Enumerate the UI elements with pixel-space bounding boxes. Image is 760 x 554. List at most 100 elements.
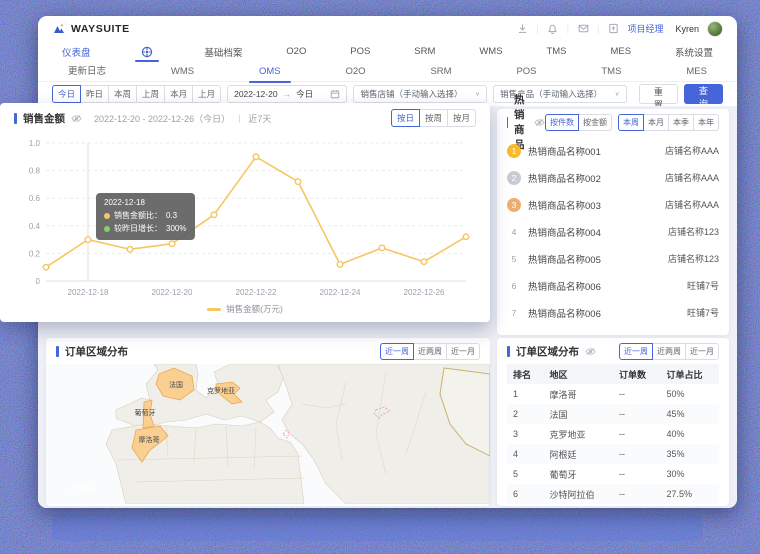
product-name: 热销商品名称001 bbox=[528, 144, 658, 158]
tab-o2o[interactable]: O2O bbox=[346, 62, 366, 82]
last-two-weeks-button[interactable]: 近两周 bbox=[652, 343, 686, 360]
tab-tms[interactable]: TMS bbox=[601, 62, 621, 82]
world-map[interactable]: 法国 克罗地亚 葡萄牙 摩洛哥 大西洋 bbox=[46, 364, 490, 504]
nav-item-settings[interactable]: 系统设置 bbox=[675, 45, 713, 59]
top-bar-actions: | | | 项目经理 Kyren bbox=[516, 21, 723, 37]
bell-icon[interactable] bbox=[547, 23, 559, 35]
date-start: 2022-12-20 bbox=[234, 89, 277, 99]
tab-wms[interactable]: WMS bbox=[171, 62, 194, 82]
nav-item-wms[interactable]: WMS bbox=[479, 46, 502, 57]
primary-nav: 仪表盘 基础档案 O2O POS SRM WMS TMS MES 系统设置 bbox=[38, 41, 737, 62]
eye-off-icon[interactable] bbox=[534, 118, 545, 127]
this-week-button[interactable]: 本周 bbox=[618, 114, 644, 131]
this-year-button[interactable]: 本年 bbox=[693, 114, 719, 131]
last-month-button[interactable]: 近一月 bbox=[446, 343, 480, 360]
map-label-atlantic: 大西洋 bbox=[68, 483, 95, 494]
shop-name: 店铺名称AAA bbox=[665, 171, 719, 184]
range-thismonth-button[interactable]: 本月 bbox=[164, 85, 193, 103]
date-range-picker[interactable]: 2022-12-20 → 今日 bbox=[227, 85, 347, 103]
nav-item-o2o[interactable]: O2O bbox=[286, 46, 306, 57]
secondary-nav: 更新日志 WMS OMS O2O SRM POS TMS MES bbox=[38, 62, 737, 82]
tab-dashboard-active[interactable] bbox=[134, 41, 160, 62]
this-month-button[interactable]: 本月 bbox=[643, 114, 669, 131]
shop-name: 旺铺7号 bbox=[687, 306, 719, 319]
waysuite-logo-icon bbox=[52, 22, 66, 36]
bottom-accent-strip bbox=[52, 514, 702, 541]
search-button[interactable]: 查询 bbox=[684, 84, 723, 104]
by-count-button[interactable]: 按件数 bbox=[545, 114, 579, 131]
rank-badge: 6 bbox=[507, 279, 521, 293]
tooltip-label: 销售金额比： bbox=[114, 210, 162, 221]
svg-text:1.0: 1.0 bbox=[29, 139, 41, 148]
map-panel-title: 订单区域分布 bbox=[65, 344, 128, 359]
shop-name: 店铺名称AAA bbox=[665, 198, 719, 211]
sales-line-chart: 00.20.40.60.81.02022-12-182022-12-202022… bbox=[12, 133, 478, 299]
last-week-button[interactable]: 近一周 bbox=[619, 343, 653, 360]
brand-logo: WAYSUITE bbox=[52, 22, 130, 36]
nav-item-pos[interactable]: POS bbox=[350, 46, 370, 57]
svg-text:0.6: 0.6 bbox=[29, 194, 41, 203]
col-rank: 排名 bbox=[507, 364, 544, 384]
map-label-morocco: 摩洛哥 bbox=[139, 435, 160, 444]
reset-button[interactable]: 重置 bbox=[639, 84, 678, 104]
chart-legend[interactable]: 销售金额(万元) bbox=[0, 303, 490, 315]
download-icon[interactable] bbox=[516, 23, 528, 35]
tab-oms[interactable]: OMS bbox=[259, 62, 281, 82]
nav-item-tms[interactable]: TMS bbox=[546, 46, 566, 57]
tab-changelog[interactable]: 更新日志 bbox=[68, 62, 106, 82]
title-marker bbox=[14, 113, 17, 124]
mail-icon[interactable] bbox=[577, 23, 589, 35]
shop-name: 店铺名称123 bbox=[668, 252, 719, 265]
chart-tooltip: 2022-12-18 销售金额比： 0.3 较昨日增长： 300% bbox=[96, 193, 195, 240]
table-row: 4阿根廷--35% bbox=[507, 444, 719, 464]
range-thisweek-button[interactable]: 本周 bbox=[108, 85, 137, 103]
date-arrow: → bbox=[283, 89, 292, 99]
nav-dashboard[interactable]: 仪表盘 bbox=[62, 45, 91, 59]
growth-dot bbox=[104, 226, 110, 232]
svg-text:2022-12-22: 2022-12-22 bbox=[236, 288, 277, 297]
order-region-map-panel: 订单区域分布 近一周 近两周 近一月 bbox=[46, 338, 490, 506]
eye-off-icon[interactable] bbox=[71, 114, 82, 123]
this-quarter-button[interactable]: 本季 bbox=[668, 114, 694, 131]
by-amount-button[interactable]: 按金额 bbox=[578, 114, 612, 131]
avatar[interactable] bbox=[707, 21, 723, 37]
order-region-table-panel: 订单区域分布 近一周 近两周 近一月 bbox=[497, 338, 729, 506]
last-week-button[interactable]: 近一周 bbox=[380, 343, 414, 360]
region-table-header: 订单区域分布 近一周 近两周 近一月 bbox=[497, 338, 729, 364]
tab-mes[interactable]: MES bbox=[686, 62, 707, 82]
rank-badge: 3 bbox=[507, 198, 521, 212]
last-two-weeks-button[interactable]: 近两周 bbox=[413, 343, 447, 360]
range-yesterday-button[interactable]: 昨日 bbox=[80, 85, 109, 103]
range-today-button[interactable]: 今日 bbox=[52, 85, 81, 103]
sales-mode-group: 按日 按周 按月 bbox=[391, 109, 476, 127]
nav-item-mes[interactable]: MES bbox=[610, 46, 631, 57]
hot-products-panel: 热销商品 按件数 按金额 本周 本月 本季 bbox=[497, 109, 729, 335]
tab-pos[interactable]: POS bbox=[516, 62, 536, 82]
tooltip-value: 300% bbox=[166, 224, 186, 233]
shop-name: 旺铺7号 bbox=[687, 279, 719, 292]
document-icon[interactable] bbox=[607, 23, 619, 35]
range-lastweek-button[interactable]: 上周 bbox=[136, 85, 165, 103]
table-row: 2法国--45% bbox=[507, 404, 719, 424]
product-name: 热销商品名称006 bbox=[528, 306, 680, 320]
nav-item-srm[interactable]: SRM bbox=[414, 46, 435, 57]
list-item: 6 热销商品名称006 旺铺7号 bbox=[507, 272, 719, 299]
hot-metric-group: 按件数 按金额 bbox=[545, 114, 612, 131]
table-period-group: 近一周 近两周 近一月 bbox=[619, 343, 719, 360]
shop-select[interactable]: 销售店铺（手动输入选择） ∨ bbox=[353, 85, 487, 103]
range-lastmonth-button[interactable]: 上月 bbox=[192, 85, 221, 103]
hot-products-list: 1 热销商品名称001 店铺名称AAA 2 热销商品名称002 店铺名称AAA … bbox=[497, 135, 729, 326]
legend-label: 销售金额(万元) bbox=[226, 303, 283, 315]
sales-chart-area[interactable]: 00.20.40.60.81.02022-12-182022-12-202022… bbox=[12, 133, 478, 304]
tab-srm[interactable]: SRM bbox=[430, 62, 451, 82]
role-link[interactable]: 项目经理 bbox=[627, 22, 663, 35]
nav-item-archives[interactable]: 基础档案 bbox=[204, 45, 242, 59]
tooltip-date: 2022-12-18 bbox=[104, 198, 187, 207]
by-month-button[interactable]: 按月 bbox=[447, 109, 476, 127]
svg-text:0.4: 0.4 bbox=[29, 222, 41, 231]
by-day-button[interactable]: 按日 bbox=[391, 109, 420, 127]
list-item: 4 热销商品名称004 店铺名称123 bbox=[507, 218, 719, 245]
last-month-button[interactable]: 近一月 bbox=[685, 343, 719, 360]
eye-off-icon[interactable] bbox=[585, 347, 596, 356]
by-week-button[interactable]: 按周 bbox=[419, 109, 448, 127]
